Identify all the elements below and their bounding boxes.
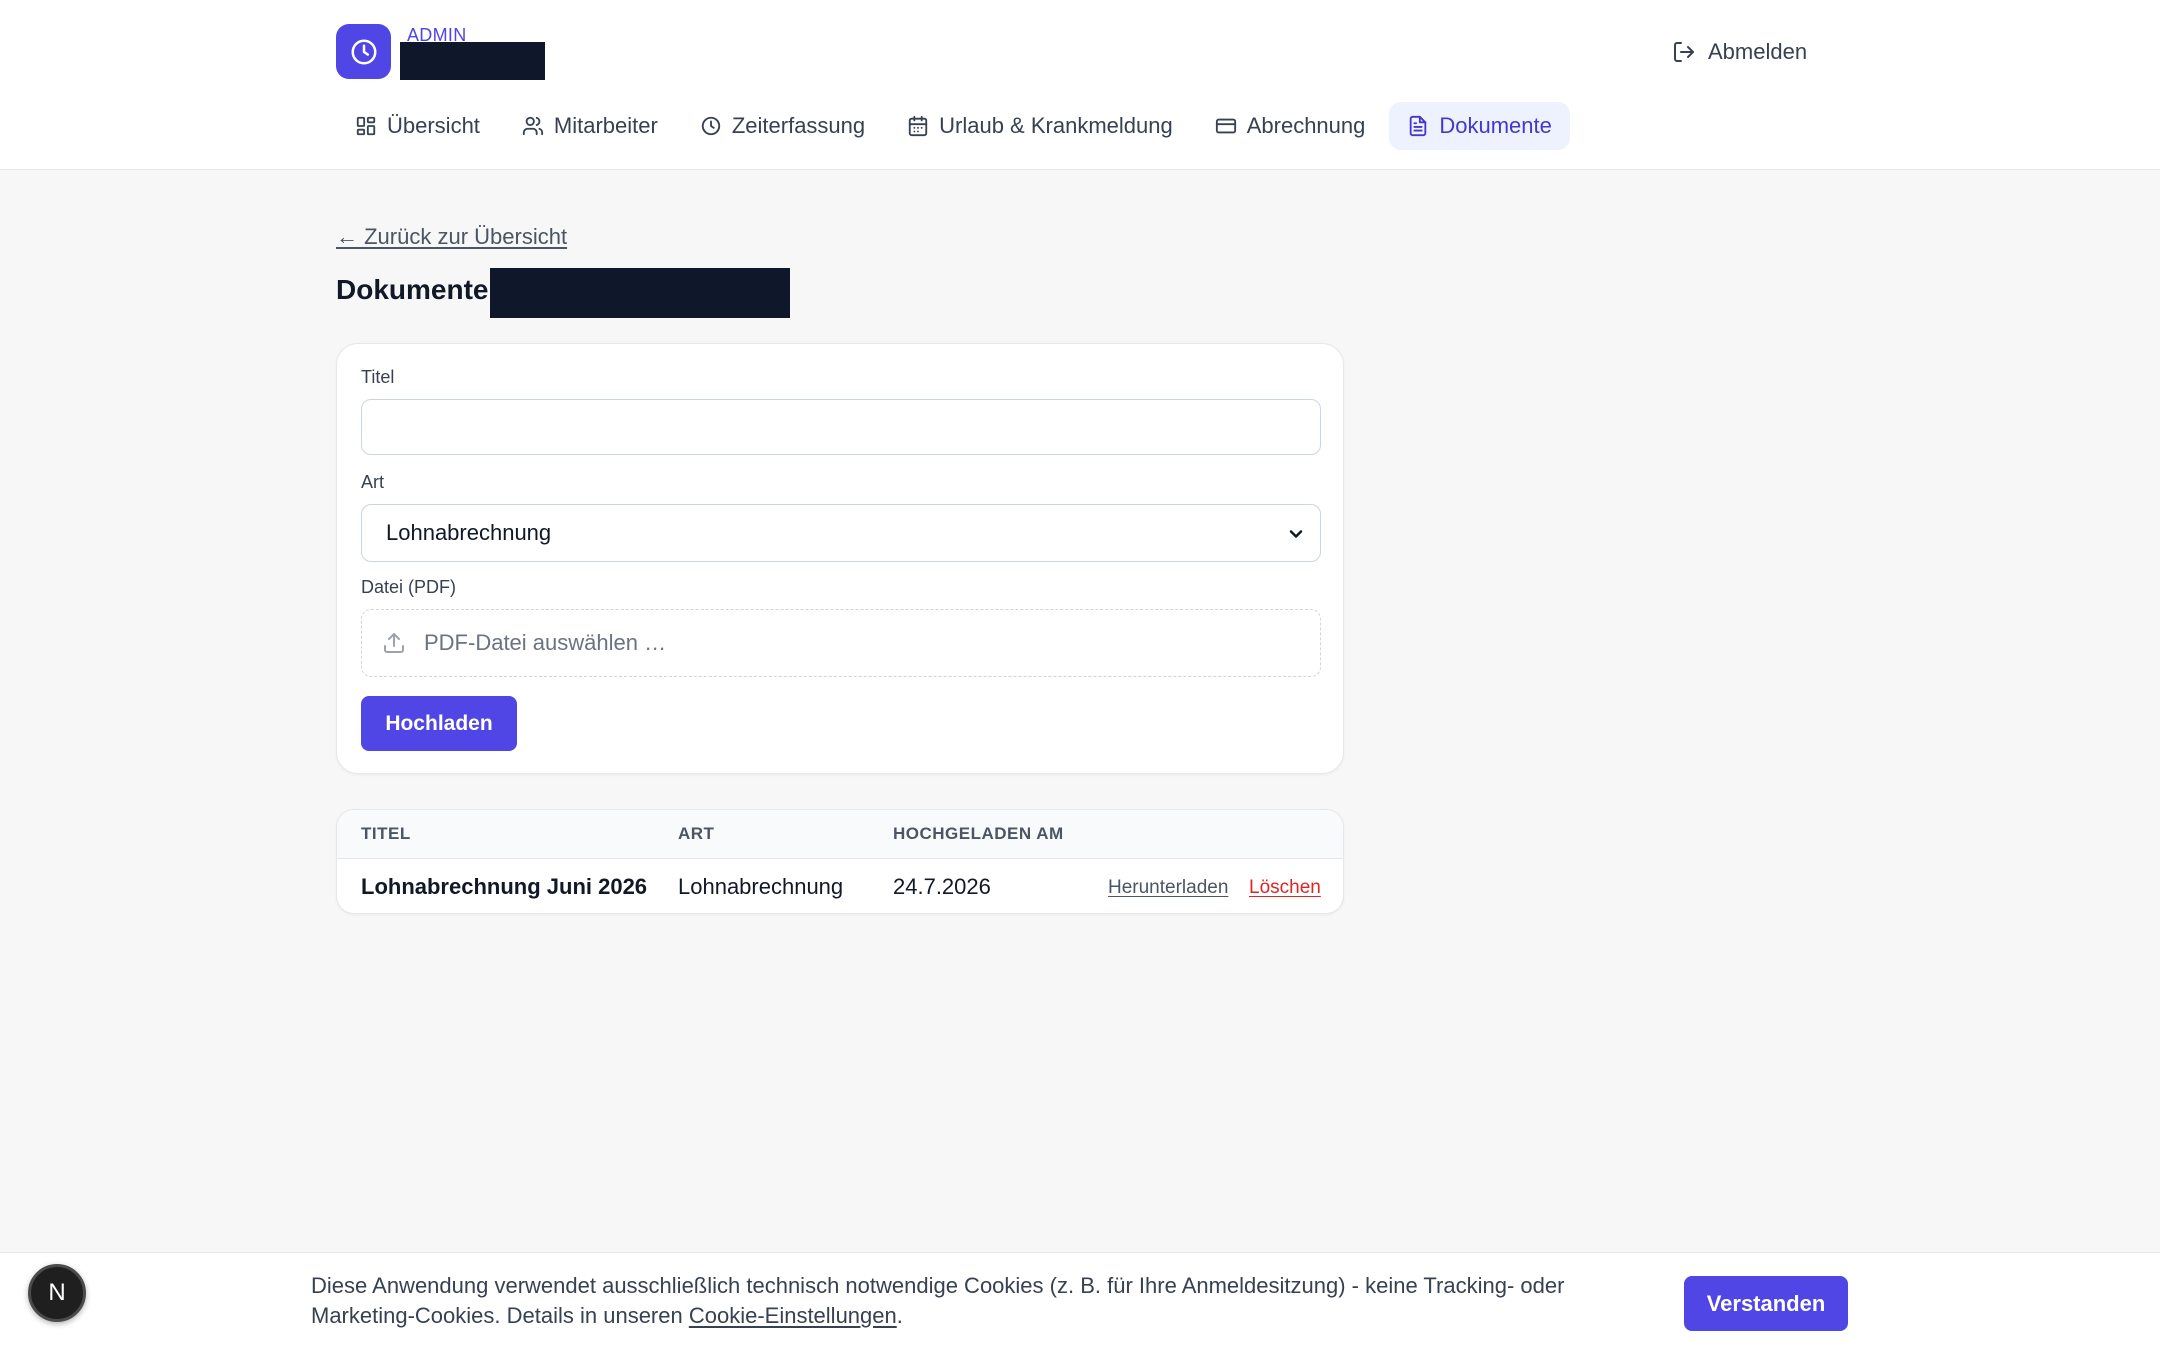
employee-name-redacted [490, 268, 790, 318]
documents-table: Titel Art Hochgeladen am Lohnabrechnung … [336, 809, 1344, 914]
user-name-redacted [400, 42, 545, 80]
file-picker[interactable]: PDF-Datei auswählen … [361, 609, 1321, 677]
upload-form-card: Titel Art Lohnabrechnung Datei (PDF) PDF… [336, 343, 1344, 774]
credit-card-icon [1215, 118, 1236, 134]
cookie-text-end: . [896, 1303, 903, 1328]
app-logo [336, 24, 391, 79]
nav-label: Übersicht [387, 113, 480, 138]
document-uploaded-date: 24.7.2026 [893, 874, 991, 899]
document-icon [1410, 115, 1427, 137]
cookie-message: Diese Anwendung verwendet ausschließlich… [311, 1273, 1565, 1328]
users-icon [522, 116, 544, 136]
title-input[interactable] [361, 399, 1321, 455]
nav-item-abrechnung[interactable]: Abrechnung [1197, 102, 1384, 150]
file-field-label: Datei (PDF) [361, 577, 457, 597]
nav-item-urlaub[interactable]: Urlaub & Krankmeldung [889, 102, 1191, 150]
grid-icon [356, 116, 376, 136]
nav-label: Zeiterfassung [731, 113, 866, 138]
logout-icon [1674, 42, 1694, 62]
type-select-value: Lohnabrechnung [386, 520, 552, 545]
top-header: ADMIN Abmelden Übersicht Mitarbeiter Zei… [0, 0, 2160, 170]
logout-button[interactable]: Abmelden [1672, 36, 1807, 68]
nav-item-zeiterfassung[interactable]: Zeiterfassung [682, 102, 883, 150]
upload-button[interactable]: Hochladen [361, 696, 517, 751]
column-header-uploaded: Hochgeladen am [893, 824, 1064, 843]
accept-cookies-button[interactable]: Verstanden [1684, 1276, 1848, 1331]
file-picker-placeholder: PDF-Datei auswählen … [424, 630, 667, 655]
table-header: Titel Art Hochgeladen am [337, 810, 1343, 859]
nav-label: Mitarbeiter [553, 113, 658, 138]
back-to-overview-link[interactable]: ← Zurück zur Übersicht [336, 224, 567, 250]
cookie-banner: Diese Anwendung verwendet ausschließlich… [0, 1252, 2160, 1350]
type-select[interactable]: Lohnabrechnung [361, 504, 1321, 562]
nav-item-dokumente[interactable]: Dokumente [1389, 102, 1570, 150]
cookie-settings-link[interactable]: Cookie-Einstellungen [689, 1303, 897, 1328]
column-header-type: Art [678, 824, 715, 843]
clock-icon [701, 116, 721, 136]
logout-label: Abmelden [1708, 39, 1808, 64]
clock-logo-icon [351, 39, 376, 64]
cookie-text: Diese Anwendung verwendet ausschließlich… [311, 1271, 1671, 1331]
page-title: Dokumente: [336, 274, 498, 305]
nav-item-uebersicht[interactable]: Übersicht [337, 102, 498, 150]
title-field-label: Titel [361, 367, 395, 387]
column-header-title: Titel [361, 824, 411, 843]
main-nav: Übersicht Mitarbeiter Zeiterfassung Urla… [337, 102, 1570, 150]
nav-label: Urlaub & Krankmeldung [939, 113, 1173, 138]
document-type: Lohnabrechnung [678, 874, 844, 899]
nextjs-dev-badge-icon[interactable]: N [28, 1264, 86, 1322]
type-field-label: Art [361, 472, 385, 492]
nav-label: Abrechnung [1246, 113, 1366, 138]
nav-label: Dokumente [1439, 113, 1552, 138]
download-link[interactable]: Herunterladen [1108, 877, 1228, 899]
document-title: Lohnabrechnung Juni 2026 [361, 874, 648, 899]
chevron-down-icon [1289, 530, 1303, 538]
nav-item-mitarbeiter[interactable]: Mitarbeiter [504, 102, 676, 150]
delete-link[interactable]: Löschen [1249, 877, 1321, 899]
upload-icon [384, 633, 404, 653]
calendar-icon [908, 115, 928, 137]
